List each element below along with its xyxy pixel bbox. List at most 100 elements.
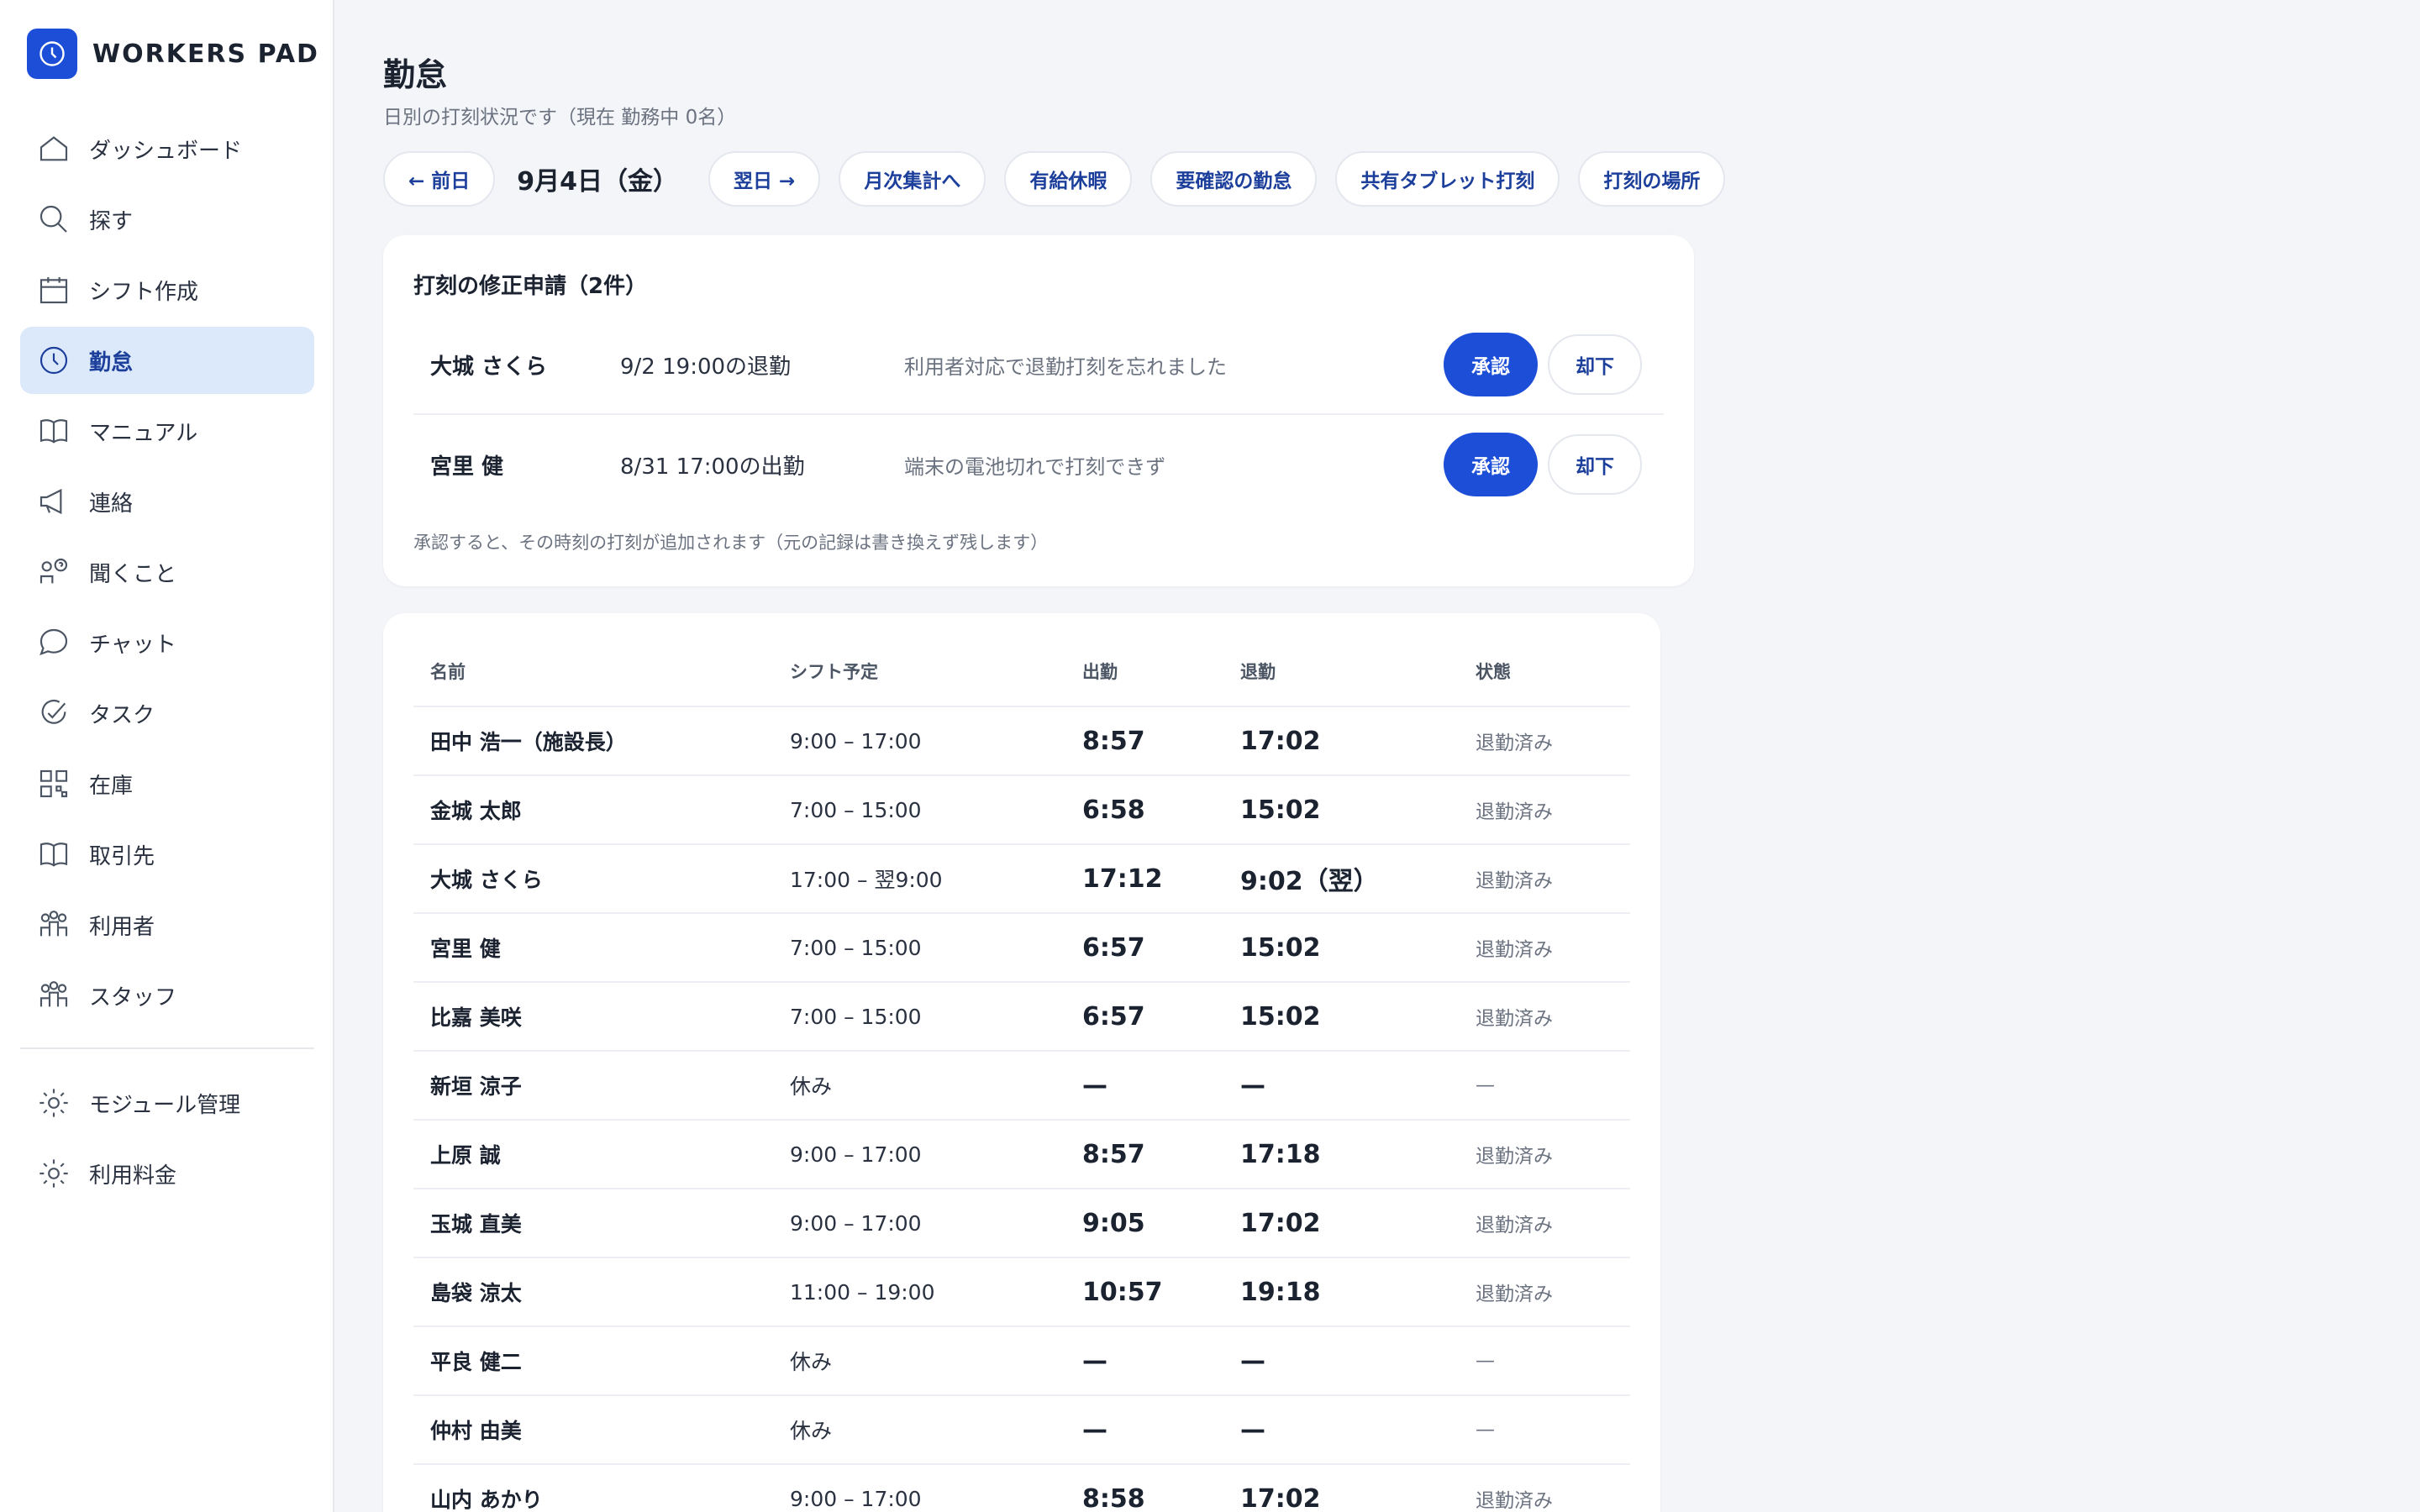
row-shift: 休み [790,1074,833,1099]
reject-button[interactable]: 却下 [1548,334,1642,395]
row-clock-out: 17:02 [1240,726,1321,756]
table-row[interactable]: 上原 誠 9:00 – 17:00 8:57 17:18 退勤済み [413,1121,1630,1189]
header-clock-out: 退勤 [1240,662,1276,682]
sidebar-item-task[interactable]: タスク [20,680,314,747]
approve-button[interactable]: 承認 [1444,433,1538,496]
row-shift: 9:00 – 17:00 [790,1486,922,1511]
row-status: 退勤済み [1476,939,1553,961]
brand-name: WORKERS PAD [92,39,319,69]
row-clock-out: — [1240,1346,1265,1376]
row-status: — [1476,1350,1495,1372]
table-row[interactable]: 平良 健二 休み — — — [413,1327,1630,1396]
row-name: 金城 太郎 [430,799,522,823]
table-row[interactable]: 仲村 由美 休み — — — [413,1396,1630,1465]
row-clock-in: 6:57 [1082,932,1145,963]
table-row[interactable]: 宮里 健 7:00 – 15:00 6:57 15:02 退勤済み [413,914,1630,983]
table-row[interactable]: 新垣 涼子 休み — — — [413,1052,1630,1121]
row-name: 山内 あかり [430,1488,543,1512]
row-clock-out: 19:18 [1240,1277,1321,1307]
request-reason: 端末の電池切れで打刻できず [904,454,1166,479]
review-attendance-button[interactable]: 要確認の勤怠 [1150,151,1318,207]
table-row[interactable]: 比嘉 美咲 7:00 – 15:00 6:57 15:02 退勤済み [413,983,1630,1052]
table-header: 名前 シフト予定 出勤 退勤 状態 [413,659,1630,707]
row-status: 退勤済み [1476,732,1553,754]
sidebar: WORKERS PAD ダッシュボード 探す シフト作成 勤怠 マニュアル 連絡… [0,0,334,1512]
sidebar-item-chat[interactable]: チャット [20,609,314,676]
row-shift: 休み [790,1350,833,1374]
row-name: 平良 健二 [430,1350,522,1374]
sidebar-item-billing[interactable]: 利用料金 [20,1140,314,1207]
monthly-summary-button[interactable]: 月次集計へ [839,151,986,207]
people-icon [35,977,72,1014]
sidebar-item-manual[interactable]: マニュアル [20,397,314,465]
table-row[interactable]: 山内 あかり 9:00 – 17:00 8:58 17:02 退勤済み [413,1465,1630,1512]
sidebar-item-search[interactable]: 探す [20,186,314,253]
question-people-icon [35,554,72,591]
table-row[interactable]: 金城 太郎 7:00 – 15:00 6:58 15:02 退勤済み [413,776,1630,845]
sidebar-item-label: 聞くこと [89,561,177,587]
request-name: 大城 さくら [430,354,548,380]
sidebar-item-label: シフト作成 [89,279,199,305]
row-shift: 7:00 – 15:00 [790,935,922,960]
header-name: 名前 [430,662,466,682]
next-day-button[interactable]: 翌日 → [708,151,821,207]
shared-tablet-button[interactable]: 共有タブレット打刻 [1335,151,1560,207]
sidebar-item-inventory[interactable]: 在庫 [20,750,314,817]
row-status: 退勤済み [1476,1490,1553,1512]
sidebar-item-attendance[interactable]: 勤怠 [20,327,314,394]
brand[interactable]: WORKERS PAD [27,29,319,79]
sidebar-item-label: ダッシュボード [89,138,243,164]
row-status: — [1476,1419,1495,1441]
prev-day-button[interactable]: ← 前日 [383,151,496,207]
row-status: 退勤済み [1476,1146,1553,1168]
row-status: 退勤済み [1476,801,1553,823]
table-row[interactable]: 島袋 涼太 11:00 – 19:00 10:57 19:18 退勤済み [413,1258,1630,1327]
sidebar-item-staff[interactable]: スタッフ [20,962,314,1029]
clock-icon [27,29,77,79]
megaphone-icon [35,483,72,520]
row-clock-out: 15:02 [1240,795,1321,825]
row-clock-out: 17:02 [1240,1483,1321,1512]
people-icon [35,906,72,943]
row-name: 玉城 直美 [430,1212,522,1236]
row-clock-out: — [1240,1070,1265,1100]
qr-code-icon [35,765,72,802]
sidebar-item-contact[interactable]: 連絡 [20,468,314,535]
paid-leave-button[interactable]: 有給休暇 [1004,151,1133,207]
row-clock-out: 17:18 [1240,1139,1321,1169]
row-clock-in: 8:57 [1082,726,1145,756]
row-shift: 9:00 – 17:00 [790,728,922,753]
row-name: 田中 浩一（施設長） [430,730,627,754]
sidebar-item-modules[interactable]: モジュール管理 [20,1069,314,1137]
row-status: 退勤済み [1476,1008,1553,1030]
reject-button[interactable]: 却下 [1548,434,1642,495]
row-clock-in: 6:57 [1082,1001,1145,1032]
approve-button[interactable]: 承認 [1444,333,1538,396]
sidebar-item-suppliers[interactable]: 取引先 [20,821,314,888]
correction-requests-card: 打刻の修正申請（2件） 大城 さくら 9/2 19:00の退勤 利用者対応で退勤… [383,235,1694,586]
request-row: 大城 さくら 9/2 19:00の退勤 利用者対応で退勤打刻を忘れました 承認 … [413,316,1664,415]
request-row: 宮里 健 8/31 17:00の出勤 端末の電池切れで打刻できず 承認 却下 [413,415,1664,514]
sidebar-item-dashboard[interactable]: ダッシュボード [20,115,314,182]
sidebar-item-label: 連絡 [89,491,134,517]
row-name: 上原 誠 [430,1143,501,1168]
row-clock-in: 17:12 [1082,864,1163,894]
row-name: 宮里 健 [430,937,501,961]
row-clock-in: 8:58 [1082,1483,1145,1512]
punch-location-button[interactable]: 打刻の場所 [1578,151,1726,207]
row-clock-out: 15:02 [1240,932,1321,963]
row-shift: 7:00 – 15:00 [790,797,922,822]
row-clock-out: 15:02 [1240,1001,1321,1032]
header-status: 状態 [1476,662,1511,682]
request-time: 8/31 17:00の出勤 [620,454,805,480]
sidebar-item-label: マニュアル [89,420,198,446]
sidebar-item-ask[interactable]: 聞くこと [20,538,314,606]
table-row[interactable]: 田中 浩一（施設長） 9:00 – 17:00 8:57 17:02 退勤済み [413,707,1630,776]
sidebar-item-users[interactable]: 利用者 [20,891,314,958]
sidebar-item-shift[interactable]: シフト作成 [20,256,314,323]
sidebar-item-label: 勤怠 [89,349,134,375]
table-row[interactable]: 玉城 直美 9:00 – 17:00 9:05 17:02 退勤済み [413,1189,1630,1258]
current-date: 9月4日（金） [517,167,679,197]
table-row[interactable]: 大城 さくら 17:00 – 翌9:00 17:12 9:02（翌） 退勤済み [413,845,1630,914]
sidebar-item-label: 探す [89,208,134,234]
